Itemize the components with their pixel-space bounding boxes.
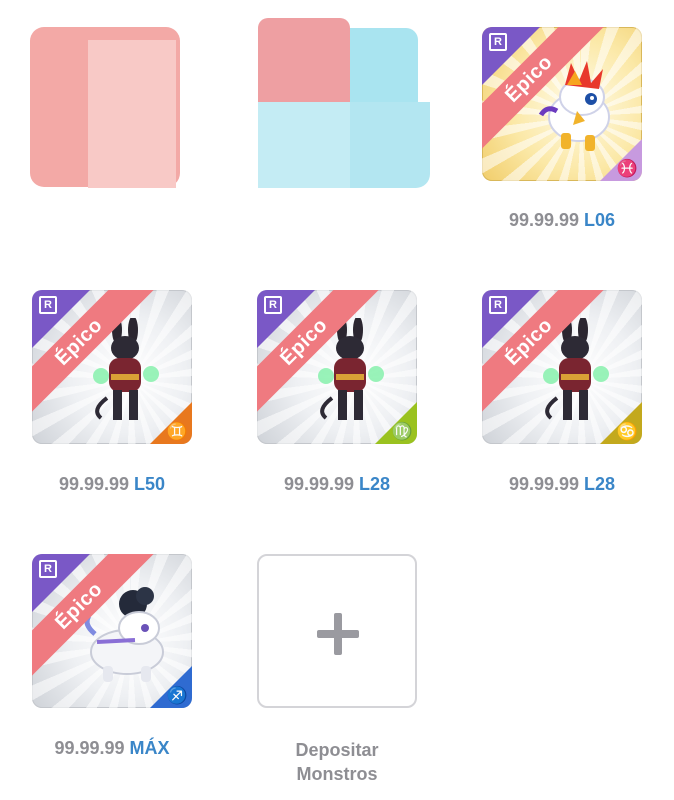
monster-level: L06 <box>584 210 616 230</box>
deposit-label: Depositar Monstros <box>242 738 432 786</box>
deposit-monsters-button[interactable] <box>257 554 417 708</box>
cancer-icon: ♋ <box>616 422 638 441</box>
monster-label-2: 99.99.99 L50 <box>17 474 207 495</box>
rarity-badge: R <box>489 33 507 51</box>
monster-label-5: 99.99.99 MÁX <box>17 738 207 759</box>
monster-price: 99.99.99 <box>508 474 580 494</box>
monster-level: MÁX <box>129 738 170 758</box>
redacted-slot-2 <box>258 18 350 102</box>
monster-level: L28 <box>359 474 391 494</box>
monster-price: 99.99.99 <box>58 474 130 494</box>
monster-card-3[interactable]: R Épico ♍ <box>257 290 417 444</box>
redacted-slot-2d <box>350 102 430 188</box>
rarity-badge: R <box>264 296 282 314</box>
deposit-label-line2: Monstros <box>296 764 378 784</box>
sagittarius-icon: ♐ <box>166 686 188 705</box>
rarity-badge: R <box>39 560 57 578</box>
monster-card-1[interactable]: R Épico ♓ <box>482 27 642 181</box>
monster-price: 99.99.99 <box>283 474 355 494</box>
rarity-badge: R <box>489 296 507 314</box>
monster-price: 99.99.99 <box>54 738 125 758</box>
monster-card-5[interactable]: R Épico ♐ <box>32 554 192 708</box>
gemini-icon: ♊ <box>166 422 188 441</box>
rarity-badge: R <box>39 296 57 314</box>
pisces-icon: ♓ <box>616 159 638 178</box>
deposit-label-line1: Depositar <box>295 740 379 760</box>
redacted-slot-2b <box>350 28 418 102</box>
redacted-overlay-1 <box>88 40 176 188</box>
monster-level: L28 <box>584 474 616 494</box>
virgo-icon: ♍ <box>391 422 413 441</box>
monster-label-4: 99.99.99 L28 <box>467 474 657 495</box>
plus-icon <box>317 613 359 655</box>
monster-card-4[interactable]: R Épico ♋ <box>482 290 642 444</box>
monster-label-3: 99.99.99 L28 <box>242 474 432 495</box>
monster-price: 99.99.99 <box>508 210 580 230</box>
redacted-slot-2c <box>258 102 350 188</box>
monster-card-2[interactable]: R Épico ♊ <box>32 290 192 444</box>
monster-level: L50 <box>134 474 166 494</box>
monster-label-1: 99.99.99 L06 <box>467 210 657 231</box>
